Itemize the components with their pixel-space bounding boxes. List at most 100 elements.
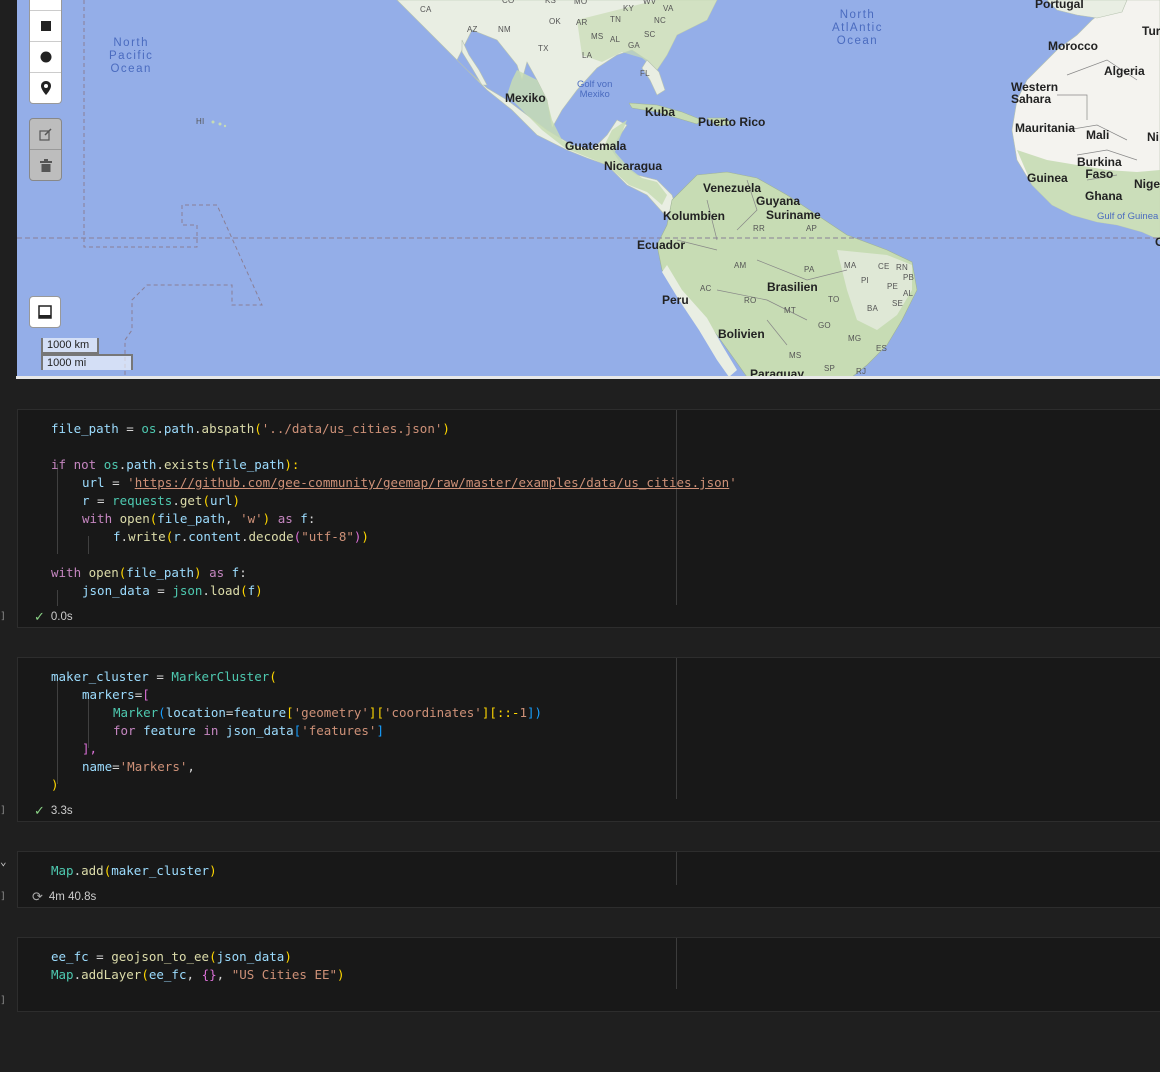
map-bottom-border xyxy=(16,376,1160,379)
gulf-label-guinea: Gulf of Guinea xyxy=(1097,211,1159,222)
code-editor-1[interactable]: file_path = os.path.abspath('../data/us_… xyxy=(18,410,737,606)
state-label: MS xyxy=(789,351,802,360)
exec-count: ] xyxy=(0,805,7,816)
state-label: LA xyxy=(582,51,593,60)
code-line: Map.add(maker_cluster) xyxy=(51,863,217,878)
state-label: CA xyxy=(420,5,432,14)
country-label: C xyxy=(1155,235,1160,249)
scale-km: 1000 km xyxy=(41,338,99,354)
state-label: RN xyxy=(896,263,908,272)
state-label: CO xyxy=(502,0,515,5)
state-label: BA xyxy=(867,304,879,313)
code-line: file_path = os.path.abspath('../data/us_… xyxy=(51,421,450,436)
country-label: Tur xyxy=(1142,24,1160,38)
cell-status-3: ⟳ 4m 40.8s xyxy=(32,889,96,905)
cell-duration: 3.3s xyxy=(50,805,73,817)
map-widget[interactable]: North Pacific Ocean North AtlAntic Ocean Gol… xyxy=(17,0,1160,377)
fullscreen-button[interactable] xyxy=(29,296,61,328)
state-label: TX xyxy=(538,44,549,53)
state-label: MG xyxy=(848,334,862,343)
state-label: PA xyxy=(804,265,815,274)
country-label: Morocco xyxy=(1048,39,1099,53)
state-label: VA xyxy=(663,4,674,13)
code-line: f.write(r.content.decode("utf-8")) xyxy=(113,529,369,544)
code-line: r = requests.get(url) xyxy=(82,493,241,508)
state-label: NC xyxy=(654,16,666,25)
country-label: Bolivien xyxy=(718,327,765,341)
chevron-down-icon[interactable]: ⌄ xyxy=(0,855,7,868)
code-editor-4[interactable]: ee_fc = geojson_to_ee(json_data) Map.add… xyxy=(18,938,677,989)
code-line: ], xyxy=(82,741,98,756)
edit-layers-button[interactable] xyxy=(30,119,61,149)
state-label: AL xyxy=(610,35,621,44)
marker-circle-icon xyxy=(40,51,51,63)
delete-layers-button[interactable] xyxy=(30,149,61,180)
state-label: WV xyxy=(643,0,657,6)
state-label: SE xyxy=(892,299,904,308)
exec-count: ] xyxy=(0,891,7,902)
state-label: TN xyxy=(610,15,622,24)
draw-marker-button[interactable] xyxy=(30,72,61,103)
country-label: Peru xyxy=(662,293,689,307)
state-label: OK xyxy=(549,17,561,26)
state-label: MA xyxy=(844,261,857,270)
state-label: FL xyxy=(640,69,650,78)
cell-status-2: ✓ 3.3s xyxy=(34,803,73,819)
country-label: Nicaragua xyxy=(604,159,663,173)
state-label: RR xyxy=(753,224,765,233)
code-line: ee_fc = geojson_to_ee(json_data) xyxy=(51,949,292,964)
country-label: Guatemala xyxy=(565,139,627,153)
country-label: Guyana xyxy=(756,194,801,208)
country-label: Mexiko xyxy=(505,91,546,105)
code-cell-1[interactable]: file_path = os.path.abspath('../data/us_… xyxy=(17,409,1160,628)
state-label: RO xyxy=(744,296,757,305)
country-label: Burkina Faso xyxy=(1077,155,1122,181)
code-line: markers=[ xyxy=(82,687,150,702)
edit-icon xyxy=(39,127,52,141)
state-label: TO xyxy=(828,295,840,304)
fullscreen-icon xyxy=(38,305,52,319)
country-label: Ghana xyxy=(1085,189,1123,203)
country-label: Nige xyxy=(1134,177,1160,191)
code-cell-4[interactable]: ee_fc = geojson_to_ee(json_data) Map.add… xyxy=(17,937,1160,1012)
draw-rectangle-button[interactable] xyxy=(30,10,61,41)
state-label: KS xyxy=(545,0,557,5)
state-label: GA xyxy=(628,41,640,50)
cell-duration: 4m 40.8s xyxy=(48,891,97,903)
exec-count: ] xyxy=(0,995,7,1006)
code-cell-2[interactable]: maker_cluster = MarkerCluster( markers=[… xyxy=(17,657,1160,822)
code-line: Map.addLayer(ee_fc, {}, "US Cities EE") xyxy=(51,967,345,982)
toolbar-partial-button[interactable] xyxy=(30,0,61,10)
ocean-label-north-pacific: North Pacific Ocean xyxy=(109,37,154,75)
spinner-icon: ⟳ xyxy=(32,889,43,904)
code-line: name='Markers', xyxy=(82,759,195,774)
country-label: Mauritania xyxy=(1015,121,1076,135)
state-label: SC xyxy=(644,30,656,39)
code-cell-3[interactable]: Map.add(maker_cluster) ⟳ 4m 40.8s xyxy=(17,851,1160,908)
code-line: with open(file_path) as f: xyxy=(51,565,247,580)
marker-square-icon xyxy=(40,21,51,31)
state-label: NM xyxy=(498,25,511,34)
country-label: Guinea xyxy=(1027,171,1068,185)
state-label: PE xyxy=(887,282,899,291)
state-label: HI xyxy=(196,117,205,126)
exec-count: ] xyxy=(0,611,7,622)
code-line: ) xyxy=(51,777,59,792)
draw-circle-button[interactable] xyxy=(30,41,61,72)
edit-toolbar xyxy=(29,118,62,181)
country-label: Ecuador xyxy=(637,238,686,252)
state-label: AM xyxy=(734,261,747,270)
country-label: Algeria xyxy=(1104,64,1145,78)
state-label: PB xyxy=(903,273,915,282)
country-label: Western Sahara xyxy=(1011,80,1059,106)
code-line: maker_cluster = MarkerCluster( xyxy=(51,669,277,684)
cell-duration: 0.0s xyxy=(50,611,73,623)
check-icon: ✓ xyxy=(34,803,45,818)
code-editor-3[interactable]: Map.add(maker_cluster) xyxy=(18,852,677,885)
trash-icon xyxy=(39,158,52,172)
code-line: json_data = json.load(f) xyxy=(82,583,263,598)
marker-pin-icon xyxy=(40,81,51,95)
country-label: Brasilien xyxy=(767,280,818,294)
state-label: PI xyxy=(861,276,869,285)
code-editor-2[interactable]: maker_cluster = MarkerCluster( markers=[… xyxy=(18,658,677,799)
